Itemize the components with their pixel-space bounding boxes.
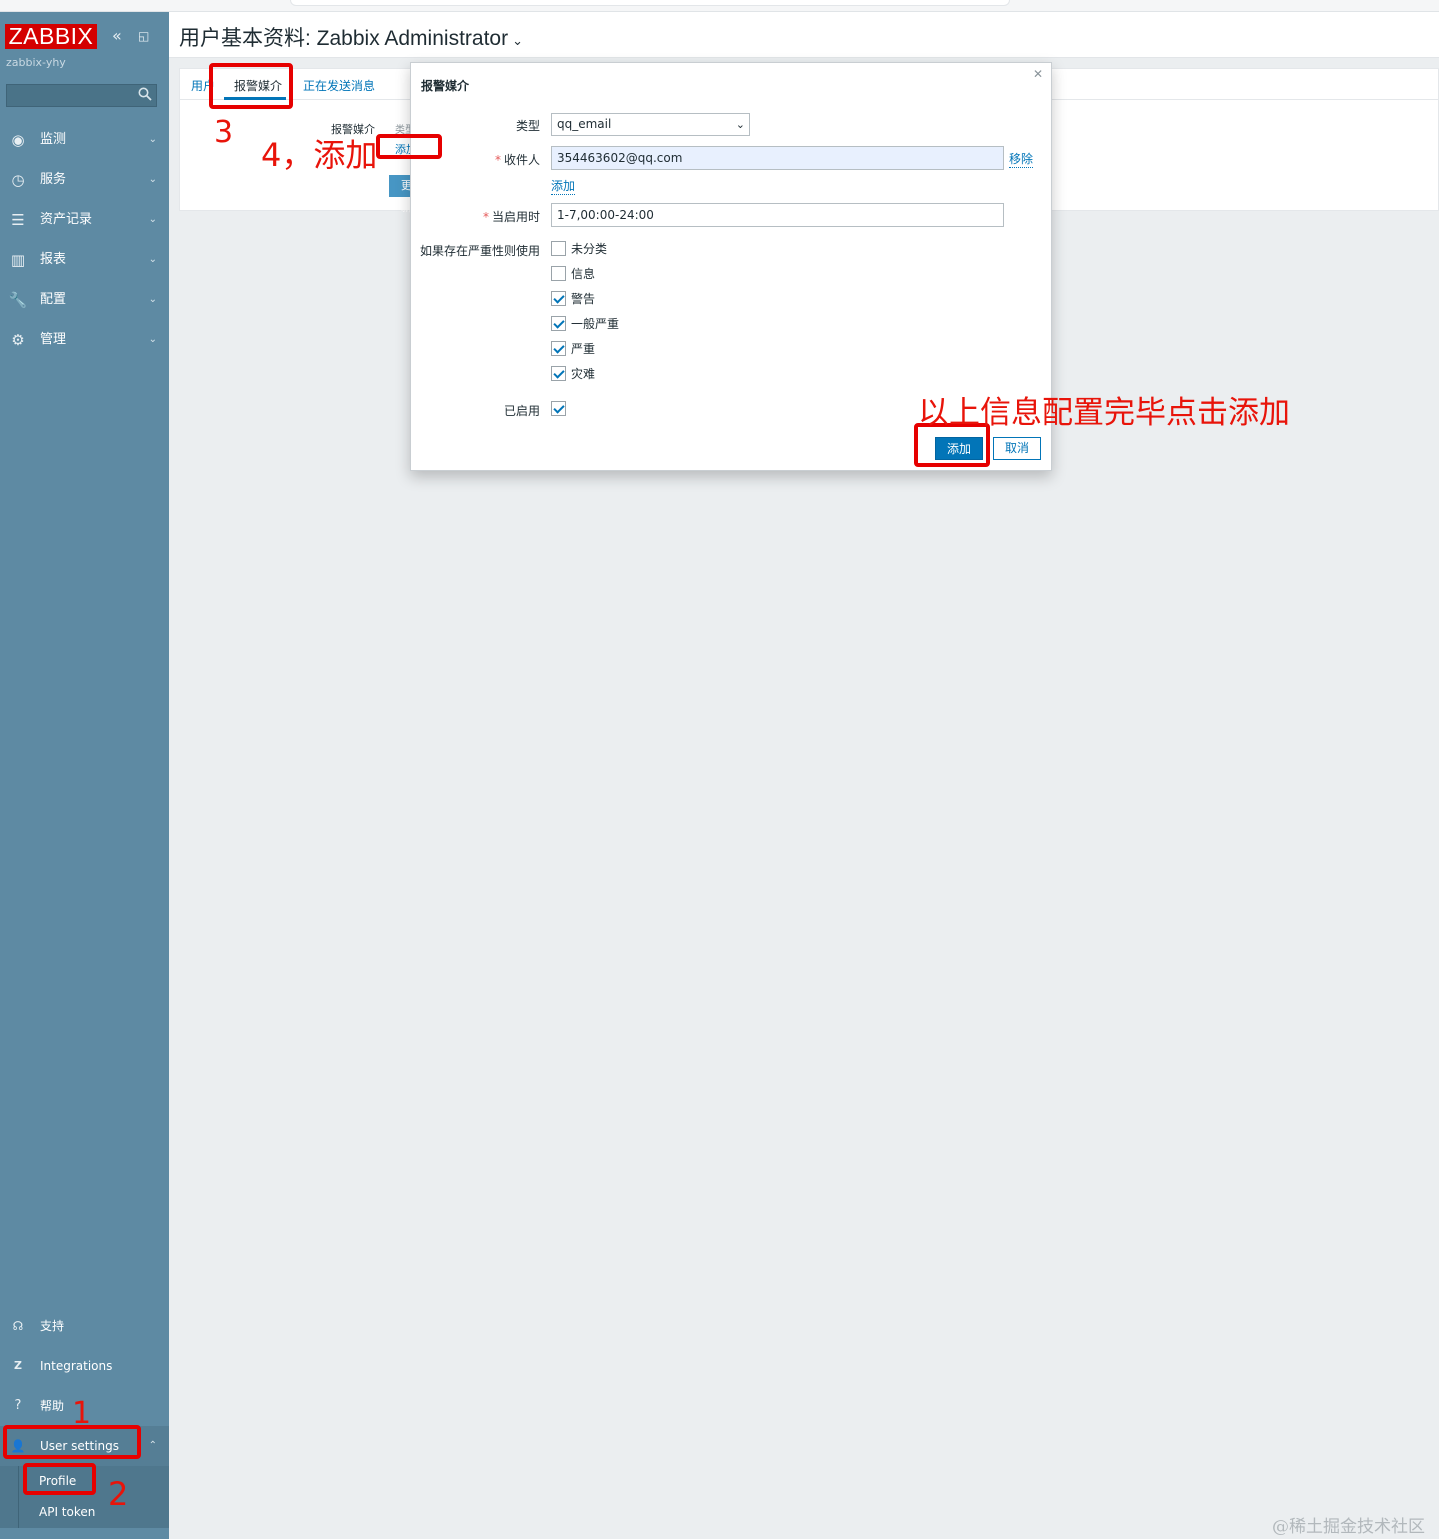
- menu-item-services[interactable]: ◷ 服务 ⌄: [0, 160, 169, 200]
- dialog-title: 报警媒介: [421, 79, 470, 93]
- severity-option-label: 一般严重: [571, 317, 620, 331]
- chevron-down-icon: ⌄: [148, 174, 157, 185]
- tab-messaging[interactable]: 正在发送消息: [303, 77, 375, 94]
- collapse-sidebar-icon[interactable]: «: [112, 26, 122, 45]
- gear-icon: ⚙: [11, 331, 25, 349]
- annotation-step-3: 3: [214, 115, 234, 150]
- severity-checkbox[interactable]: [551, 291, 566, 306]
- menu-item-label: Integrations: [40, 1359, 113, 1373]
- menu-item-administration[interactable]: ⚙ 管理 ⌄: [0, 320, 169, 360]
- search-icon[interactable]: [138, 87, 152, 101]
- menu-item-label: 帮助: [40, 1399, 65, 1413]
- menu-item-label: 支持: [40, 1319, 65, 1333]
- menu-item-label: 服务: [40, 172, 67, 187]
- zabbix-logo[interactable]: ZABBIX: [5, 24, 97, 49]
- severity-option-label: 未分类: [571, 242, 608, 256]
- severity-checkbox[interactable]: [551, 316, 566, 331]
- chevron-down-icon: ⌄: [148, 254, 157, 265]
- menu-item-label: 配置: [40, 292, 67, 307]
- bar-chart-icon: ▥: [10, 251, 26, 269]
- recipient-label: * 收件人: [495, 151, 540, 168]
- page-title-text: 用户基本资料: Zabbix Administrator: [179, 27, 509, 50]
- chevron-down-icon: ⌄: [512, 33, 523, 48]
- menu-item-label: 监测: [40, 132, 67, 147]
- add-recipient-link[interactable]: 添加: [551, 177, 576, 195]
- annotation-note: 以上信息配置完毕点击添加: [918, 395, 1290, 431]
- clock-icon: ◷: [11, 171, 25, 189]
- integrations-icon: Z: [14, 1359, 22, 1372]
- dialog-cancel-button[interactable]: 取消: [993, 437, 1041, 460]
- severity-checkbox[interactable]: [551, 341, 566, 356]
- type-label: 类型: [515, 119, 540, 133]
- severity-option-label: 信息: [571, 267, 596, 281]
- media-type-value: qq_email: [557, 117, 612, 131]
- enabled-checkbox[interactable]: [551, 401, 566, 416]
- required-asterisk: *: [482, 210, 489, 224]
- menu-item-label: 管理: [40, 332, 67, 347]
- remove-recipient-link[interactable]: 移除: [1009, 150, 1034, 168]
- enabled-label: 已启用: [503, 404, 540, 418]
- chevron-down-icon: ⌄: [148, 294, 157, 305]
- address-bar-edge: [290, 0, 1010, 6]
- page-title[interactable]: 用户基本资料: Zabbix Administrator ⌄: [179, 22, 523, 52]
- severity-option-label: 警告: [571, 292, 596, 306]
- severity-checkbox[interactable]: [551, 266, 566, 281]
- menu-item-monitoring[interactable]: ◉ 监测 ⌄: [0, 120, 169, 160]
- main-menu: ◉ 监测 ⌄ ◷ 服务 ⌄ ☰ 资产记录 ⌄ ▥ 报表 ⌄ 🔧 配置 ⌄ ⚙ 管…: [0, 120, 169, 360]
- chevron-down-icon: ⌄: [148, 214, 157, 225]
- menu-item-configuration[interactable]: 🔧 配置 ⌄: [0, 280, 169, 320]
- menu-item-support[interactable]: ☊ 支持: [0, 1306, 169, 1346]
- recipient-input[interactable]: [551, 146, 1004, 170]
- severity-checkbox[interactable]: [551, 366, 566, 381]
- browser-top-strip: [0, 0, 1439, 12]
- chevron-down-icon: ⌄: [735, 118, 745, 131]
- media-type-select[interactable]: qq_email ⌄: [551, 113, 750, 136]
- watermark: @稀土掘金技术社区: [1272, 1517, 1425, 1537]
- eye-icon: ◉: [11, 131, 25, 149]
- severity-checkbox[interactable]: [551, 241, 566, 256]
- recipient-label-text: 收件人: [503, 153, 540, 167]
- chevron-down-icon: ⌄: [148, 334, 157, 345]
- sidebar-search-input[interactable]: [6, 84, 157, 107]
- annotation-box-profile: [23, 1463, 96, 1495]
- menu-item-integrations[interactable]: Z Integrations: [0, 1346, 169, 1386]
- active-period-input[interactable]: [551, 203, 1004, 227]
- chevron-down-icon: ⌄: [148, 134, 157, 145]
- required-asterisk: *: [494, 153, 501, 167]
- annotation-step-2: 2: [108, 1475, 129, 1513]
- server-name: zabbix-yhy: [6, 56, 66, 69]
- close-icon[interactable]: ✕: [1033, 67, 1043, 81]
- menu-item-label: 资产记录: [40, 212, 93, 227]
- menu-item-reports[interactable]: ▥ 报表 ⌄: [0, 240, 169, 280]
- annotation-box-add-link: [376, 134, 442, 159]
- period-label: * 当启用时: [483, 208, 540, 225]
- menu-item-inventory[interactable]: ☰ 资产记录 ⌄: [0, 200, 169, 240]
- annotation-box-media-tab: [209, 63, 293, 109]
- menu-item-label: 报表: [40, 252, 67, 267]
- annotation-step-1: 1: [72, 1396, 92, 1431]
- wrench-icon: 🔧: [8, 291, 28, 309]
- submenu-item-api-token[interactable]: API token: [18, 1497, 169, 1528]
- annotation-step-4: 4，添加: [261, 136, 378, 174]
- severity-option-label: 严重: [571, 342, 596, 356]
- period-label-text: 当启用时: [491, 210, 540, 224]
- severity-label: 如果存在严重性则使用: [419, 244, 540, 258]
- severity-option-label: 灾难: [571, 367, 596, 381]
- page-header: 用户基本资料: Zabbix Administrator ⌄: [169, 12, 1439, 58]
- help-icon: ?: [14, 1398, 22, 1413]
- kiosk-mode-icon[interactable]: ◱: [138, 29, 149, 43]
- headset-icon: ☊: [12, 1319, 24, 1333]
- list-icon: ☰: [11, 211, 25, 229]
- sidebar: ZABBIX « ◱ zabbix-yhy ◉ 监测 ⌄ ◷ 服务 ⌄ ☰ 资产…: [0, 12, 169, 1539]
- chevron-up-icon: ⌃: [148, 1440, 157, 1451]
